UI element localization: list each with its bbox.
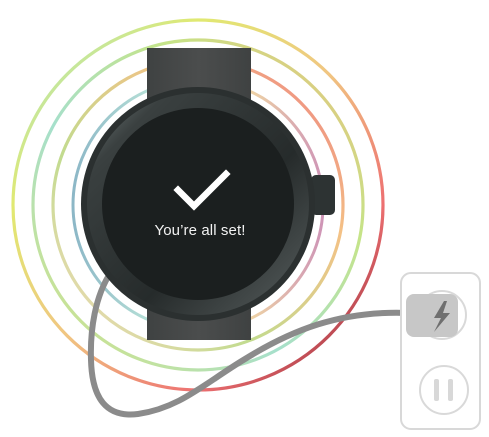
- plug-body: [406, 294, 458, 337]
- power-plug: [406, 294, 458, 337]
- charging-illustration: [11, 18, 481, 430]
- outlet-slot-right: [448, 379, 453, 401]
- watch-status-message: You’re all set!: [154, 222, 246, 239]
- smartwatch-icon: [81, 87, 315, 321]
- outlet-slot-left: [434, 379, 439, 401]
